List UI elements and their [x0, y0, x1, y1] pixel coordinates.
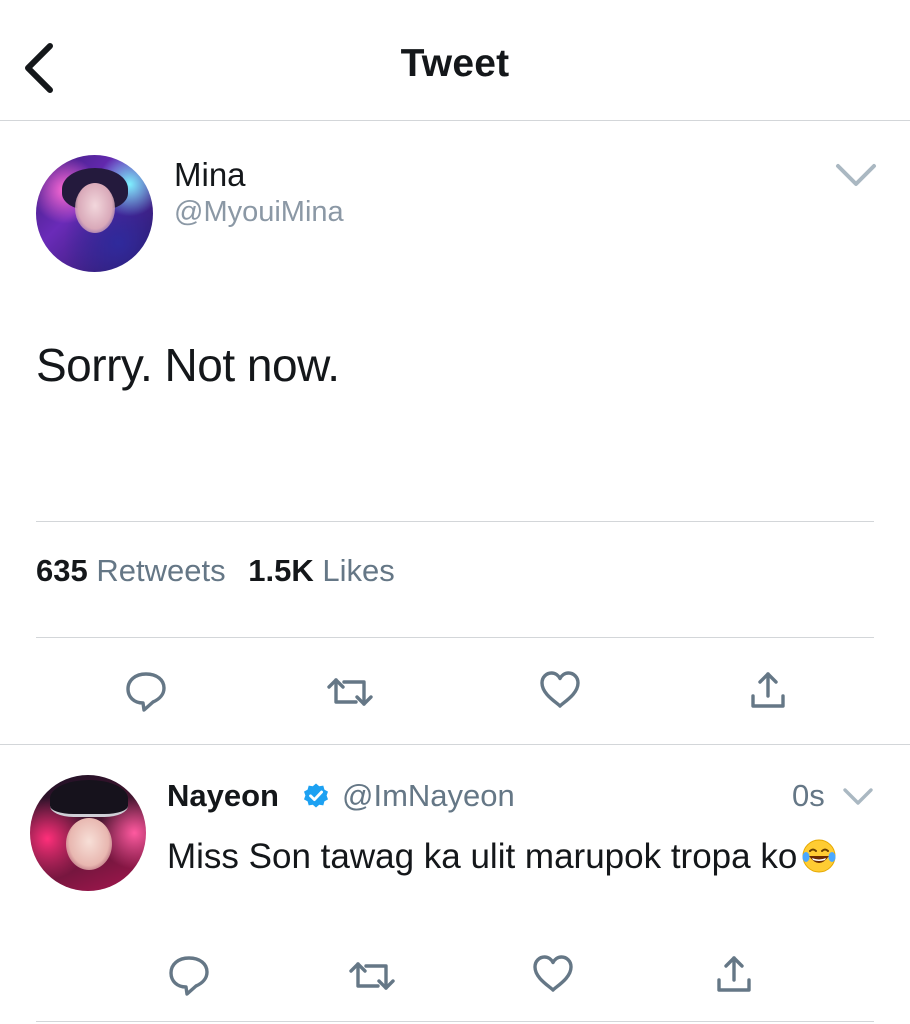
tweet-options-button[interactable]: [834, 160, 878, 190]
divider: [36, 521, 874, 522]
reply-options-button[interactable]: [842, 786, 874, 808]
page-title: Tweet: [400, 42, 510, 85]
retweet-button[interactable]: [322, 664, 378, 720]
reply-timestamp: 0s: [792, 778, 825, 813]
reply-text: Miss Son tawag ka ulit marupok tropa ko: [167, 834, 857, 880]
divider: [36, 637, 874, 638]
heart-icon: [533, 955, 573, 992]
divider: [0, 744, 910, 745]
share-icon: [751, 672, 785, 708]
author-handle[interactable]: @MyouiMina: [174, 196, 344, 229]
share-button[interactable]: [706, 946, 762, 1002]
like-button[interactable]: [532, 662, 588, 718]
share-icon: [717, 956, 751, 992]
reply-button[interactable]: [118, 662, 174, 718]
reply-icon: [169, 956, 209, 996]
avatar-face: [75, 183, 115, 233]
chevron-down-icon: [843, 788, 873, 805]
share-button[interactable]: [740, 662, 796, 718]
reply-button[interactable]: [161, 946, 217, 1002]
reply-icon: [126, 672, 166, 712]
reply-author-handle[interactable]: @ImNayeon: [342, 778, 515, 814]
reply-author-display-name[interactable]: Nayeon: [167, 778, 279, 814]
tweet-text: Sorry. Not now.: [36, 339, 340, 391]
like-button[interactable]: [525, 946, 581, 1002]
divider: [36, 1021, 874, 1022]
retweet-icon: [327, 678, 373, 706]
tweet-stats: 635 Retweets 1.5K Likes: [36, 553, 409, 589]
avatar-hat: [50, 780, 128, 817]
likes-label[interactable]: Likes: [322, 553, 394, 588]
retweets-label[interactable]: Retweets: [96, 553, 225, 588]
retweets-count[interactable]: 635: [36, 553, 88, 588]
likes-count[interactable]: 1.5K: [248, 553, 313, 588]
verified-badge-icon: [302, 782, 330, 810]
retweet-icon: [349, 962, 395, 990]
author-display-name[interactable]: Mina: [174, 156, 246, 194]
heart-icon: [540, 671, 580, 708]
avatar-face: [66, 818, 112, 870]
chevron-down-icon: [836, 164, 876, 186]
face-with-tears-of-joy-icon: [802, 839, 836, 873]
reply-text-content: Miss Son tawag ka ulit marupok tropa ko: [167, 837, 798, 876]
retweet-button[interactable]: [344, 948, 400, 1004]
